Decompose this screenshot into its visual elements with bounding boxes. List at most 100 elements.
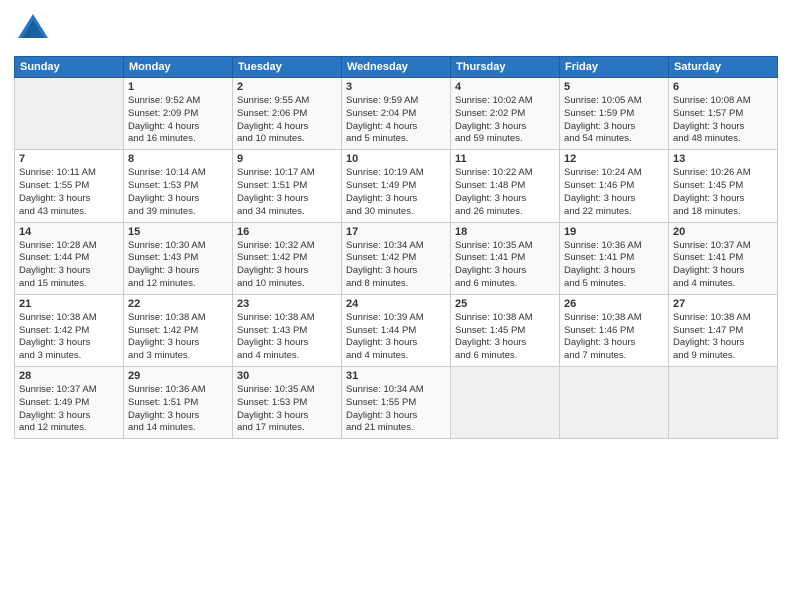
calendar-cell: 13 Sunrise: 10:26 AM Sunset: 1:45 PM Dayl… bbox=[669, 150, 778, 222]
calendar-cell: 22Sunrise: 10:38 AM Sunset: 1:42 PM Dayl… bbox=[124, 294, 233, 366]
day-number: 21 bbox=[19, 298, 119, 310]
day-info: Sunrise: 10:19 AM Sunset: 1:49 PM Daylig… bbox=[346, 167, 446, 218]
calendar-cell: 1Sunrise: 9:52 AM Sunset: 2:09 PM Daylig… bbox=[124, 78, 233, 150]
day-number: 19 bbox=[564, 226, 664, 238]
day-number: 4 bbox=[455, 81, 555, 93]
day-info: Sunrise: 10:34 AM Sunset: 1:55 PM Daylig… bbox=[346, 384, 446, 435]
day-number: 16 bbox=[237, 226, 337, 238]
calendar-header-tuesday: Tuesday bbox=[233, 57, 342, 78]
day-info: Sunrise: 9:52 AM Sunset: 2:09 PM Dayligh… bbox=[128, 95, 228, 146]
day-number: 29 bbox=[128, 370, 228, 382]
calendar-header-friday: Friday bbox=[560, 57, 669, 78]
calendar-cell: 12Sunrise: 10:24 AM Sunset: 1:46 PM Dayl… bbox=[560, 150, 669, 222]
day-number: 17 bbox=[346, 226, 446, 238]
calendar-cell: 28 Sunrise: 10:37 AM Sunset: 1:49 PM Dayl… bbox=[15, 367, 124, 439]
calendar-cell: 10 Sunrise: 10:19 AM Sunset: 1:49 PM Dayl… bbox=[342, 150, 451, 222]
calendar-cell: 21Sunrise: 10:38 AM Sunset: 1:42 PM Dayl… bbox=[15, 294, 124, 366]
day-number: 22 bbox=[128, 298, 228, 310]
day-info: Sunrise: 10:05 AM Sunset: 1:59 PM Daylig… bbox=[564, 95, 664, 146]
day-number: 30 bbox=[237, 370, 337, 382]
calendar-cell: 15 Sunrise: 10:30 AM Sunset: 1:43 PM Dayl… bbox=[124, 222, 233, 294]
calendar-cell: 30 Sunrise: 10:35 AM Sunset: 1:53 PM Dayl… bbox=[233, 367, 342, 439]
day-info: Sunrise: 10:38 AM Sunset: 1:45 PM Daylig… bbox=[455, 312, 555, 363]
page-header bbox=[14, 10, 778, 48]
day-info: Sunrise: 10:11 AM Sunset: 1:55 PM Daylig… bbox=[19, 167, 119, 218]
day-info: Sunrise: 9:55 AM Sunset: 2:06 PM Dayligh… bbox=[237, 95, 337, 146]
day-info: Sunrise: 10:28 AM Sunset: 1:44 PM Daylig… bbox=[19, 240, 119, 291]
calendar-week-1: 1Sunrise: 9:52 AM Sunset: 2:09 PM Daylig… bbox=[15, 78, 778, 150]
day-number: 15 bbox=[128, 226, 228, 238]
day-number: 9 bbox=[237, 153, 337, 165]
day-number: 20 bbox=[673, 226, 773, 238]
day-info: Sunrise: 10:08 AM Sunset: 1:57 PM Daylig… bbox=[673, 95, 773, 146]
day-number: 12 bbox=[564, 153, 664, 165]
calendar-cell: 18 Sunrise: 10:35 AM Sunset: 1:41 PM Dayl… bbox=[451, 222, 560, 294]
day-number: 3 bbox=[346, 81, 446, 93]
calendar-cell: 25Sunrise: 10:38 AM Sunset: 1:45 PM Dayl… bbox=[451, 294, 560, 366]
logo bbox=[14, 10, 52, 48]
day-number: 28 bbox=[19, 370, 119, 382]
calendar-cell bbox=[451, 367, 560, 439]
day-number: 7 bbox=[19, 153, 119, 165]
calendar-cell: 11Sunrise: 10:22 AM Sunset: 1:48 PM Dayl… bbox=[451, 150, 560, 222]
day-number: 26 bbox=[564, 298, 664, 310]
day-number: 23 bbox=[237, 298, 337, 310]
day-info: Sunrise: 9:59 AM Sunset: 2:04 PM Dayligh… bbox=[346, 95, 446, 146]
calendar-cell bbox=[560, 367, 669, 439]
calendar-header-row: SundayMondayTuesdayWednesdayThursdayFrid… bbox=[15, 57, 778, 78]
calendar-cell: 9 Sunrise: 10:17 AM Sunset: 1:51 PM Dayli… bbox=[233, 150, 342, 222]
calendar-header-wednesday: Wednesday bbox=[342, 57, 451, 78]
day-info: Sunrise: 10:38 AM Sunset: 1:46 PM Daylig… bbox=[564, 312, 664, 363]
day-info: Sunrise: 10:26 AM Sunset: 1:45 PM Daylig… bbox=[673, 167, 773, 218]
day-info: Sunrise: 10:02 AM Sunset: 2:02 PM Daylig… bbox=[455, 95, 555, 146]
calendar-cell: 7 Sunrise: 10:11 AM Sunset: 1:55 PM Dayli… bbox=[15, 150, 124, 222]
day-info: Sunrise: 10:34 AM Sunset: 1:42 PM Daylig… bbox=[346, 240, 446, 291]
day-number: 8 bbox=[128, 153, 228, 165]
day-info: Sunrise: 10:30 AM Sunset: 1:43 PM Daylig… bbox=[128, 240, 228, 291]
calendar-cell: 31 Sunrise: 10:34 AM Sunset: 1:55 PM Dayl… bbox=[342, 367, 451, 439]
calendar-week-2: 7 Sunrise: 10:11 AM Sunset: 1:55 PM Dayli… bbox=[15, 150, 778, 222]
day-info: Sunrise: 10:37 AM Sunset: 1:49 PM Daylig… bbox=[19, 384, 119, 435]
calendar-cell: 16 Sunrise: 10:32 AM Sunset: 1:42 PM Dayl… bbox=[233, 222, 342, 294]
calendar-cell: 4 Sunrise: 10:02 AM Sunset: 2:02 PM Dayli… bbox=[451, 78, 560, 150]
calendar-week-3: 14 Sunrise: 10:28 AM Sunset: 1:44 PM Dayl… bbox=[15, 222, 778, 294]
day-info: Sunrise: 10:37 AM Sunset: 1:41 PM Daylig… bbox=[673, 240, 773, 291]
day-info: Sunrise: 10:14 AM Sunset: 1:53 PM Daylig… bbox=[128, 167, 228, 218]
calendar-header-sunday: Sunday bbox=[15, 57, 124, 78]
calendar-cell: 20 Sunrise: 10:37 AM Sunset: 1:41 PM Dayl… bbox=[669, 222, 778, 294]
day-info: Sunrise: 10:35 AM Sunset: 1:53 PM Daylig… bbox=[237, 384, 337, 435]
day-number: 18 bbox=[455, 226, 555, 238]
calendar-cell: 2 Sunrise: 9:55 AM Sunset: 2:06 PM Daylig… bbox=[233, 78, 342, 150]
day-number: 2 bbox=[237, 81, 337, 93]
day-info: Sunrise: 10:32 AM Sunset: 1:42 PM Daylig… bbox=[237, 240, 337, 291]
day-number: 6 bbox=[673, 81, 773, 93]
day-number: 10 bbox=[346, 153, 446, 165]
calendar-cell: 29 Sunrise: 10:36 AM Sunset: 1:51 PM Dayl… bbox=[124, 367, 233, 439]
calendar-cell: 17 Sunrise: 10:34 AM Sunset: 1:42 PM Dayl… bbox=[342, 222, 451, 294]
calendar-cell: 3 Sunrise: 9:59 AM Sunset: 2:04 PM Daylig… bbox=[342, 78, 451, 150]
day-info: Sunrise: 10:35 AM Sunset: 1:41 PM Daylig… bbox=[455, 240, 555, 291]
calendar-header-thursday: Thursday bbox=[451, 57, 560, 78]
day-info: Sunrise: 10:36 AM Sunset: 1:41 PM Daylig… bbox=[564, 240, 664, 291]
calendar-cell: 27Sunrise: 10:38 AM Sunset: 1:47 PM Dayl… bbox=[669, 294, 778, 366]
calendar-header-monday: Monday bbox=[124, 57, 233, 78]
day-number: 31 bbox=[346, 370, 446, 382]
calendar-cell: 14 Sunrise: 10:28 AM Sunset: 1:44 PM Dayl… bbox=[15, 222, 124, 294]
calendar-week-4: 21Sunrise: 10:38 AM Sunset: 1:42 PM Dayl… bbox=[15, 294, 778, 366]
day-info: Sunrise: 10:17 AM Sunset: 1:51 PM Daylig… bbox=[237, 167, 337, 218]
day-info: Sunrise: 10:39 AM Sunset: 1:44 PM Daylig… bbox=[346, 312, 446, 363]
day-number: 13 bbox=[673, 153, 773, 165]
calendar-cell: 6 Sunrise: 10:08 AM Sunset: 1:57 PM Dayli… bbox=[669, 78, 778, 150]
calendar-cell: 19 Sunrise: 10:36 AM Sunset: 1:41 PM Dayl… bbox=[560, 222, 669, 294]
day-info: Sunrise: 10:38 AM Sunset: 1:43 PM Daylig… bbox=[237, 312, 337, 363]
calendar-cell: 8 Sunrise: 10:14 AM Sunset: 1:53 PM Dayli… bbox=[124, 150, 233, 222]
calendar-cell: 23 Sunrise: 10:38 AM Sunset: 1:43 PM Dayl… bbox=[233, 294, 342, 366]
day-number: 24 bbox=[346, 298, 446, 310]
day-number: 27 bbox=[673, 298, 773, 310]
calendar-cell bbox=[15, 78, 124, 150]
day-number: 11 bbox=[455, 153, 555, 165]
day-number: 14 bbox=[19, 226, 119, 238]
day-info: Sunrise: 10:36 AM Sunset: 1:51 PM Daylig… bbox=[128, 384, 228, 435]
calendar-cell: 5Sunrise: 10:05 AM Sunset: 1:59 PM Dayli… bbox=[560, 78, 669, 150]
calendar-header-saturday: Saturday bbox=[669, 57, 778, 78]
